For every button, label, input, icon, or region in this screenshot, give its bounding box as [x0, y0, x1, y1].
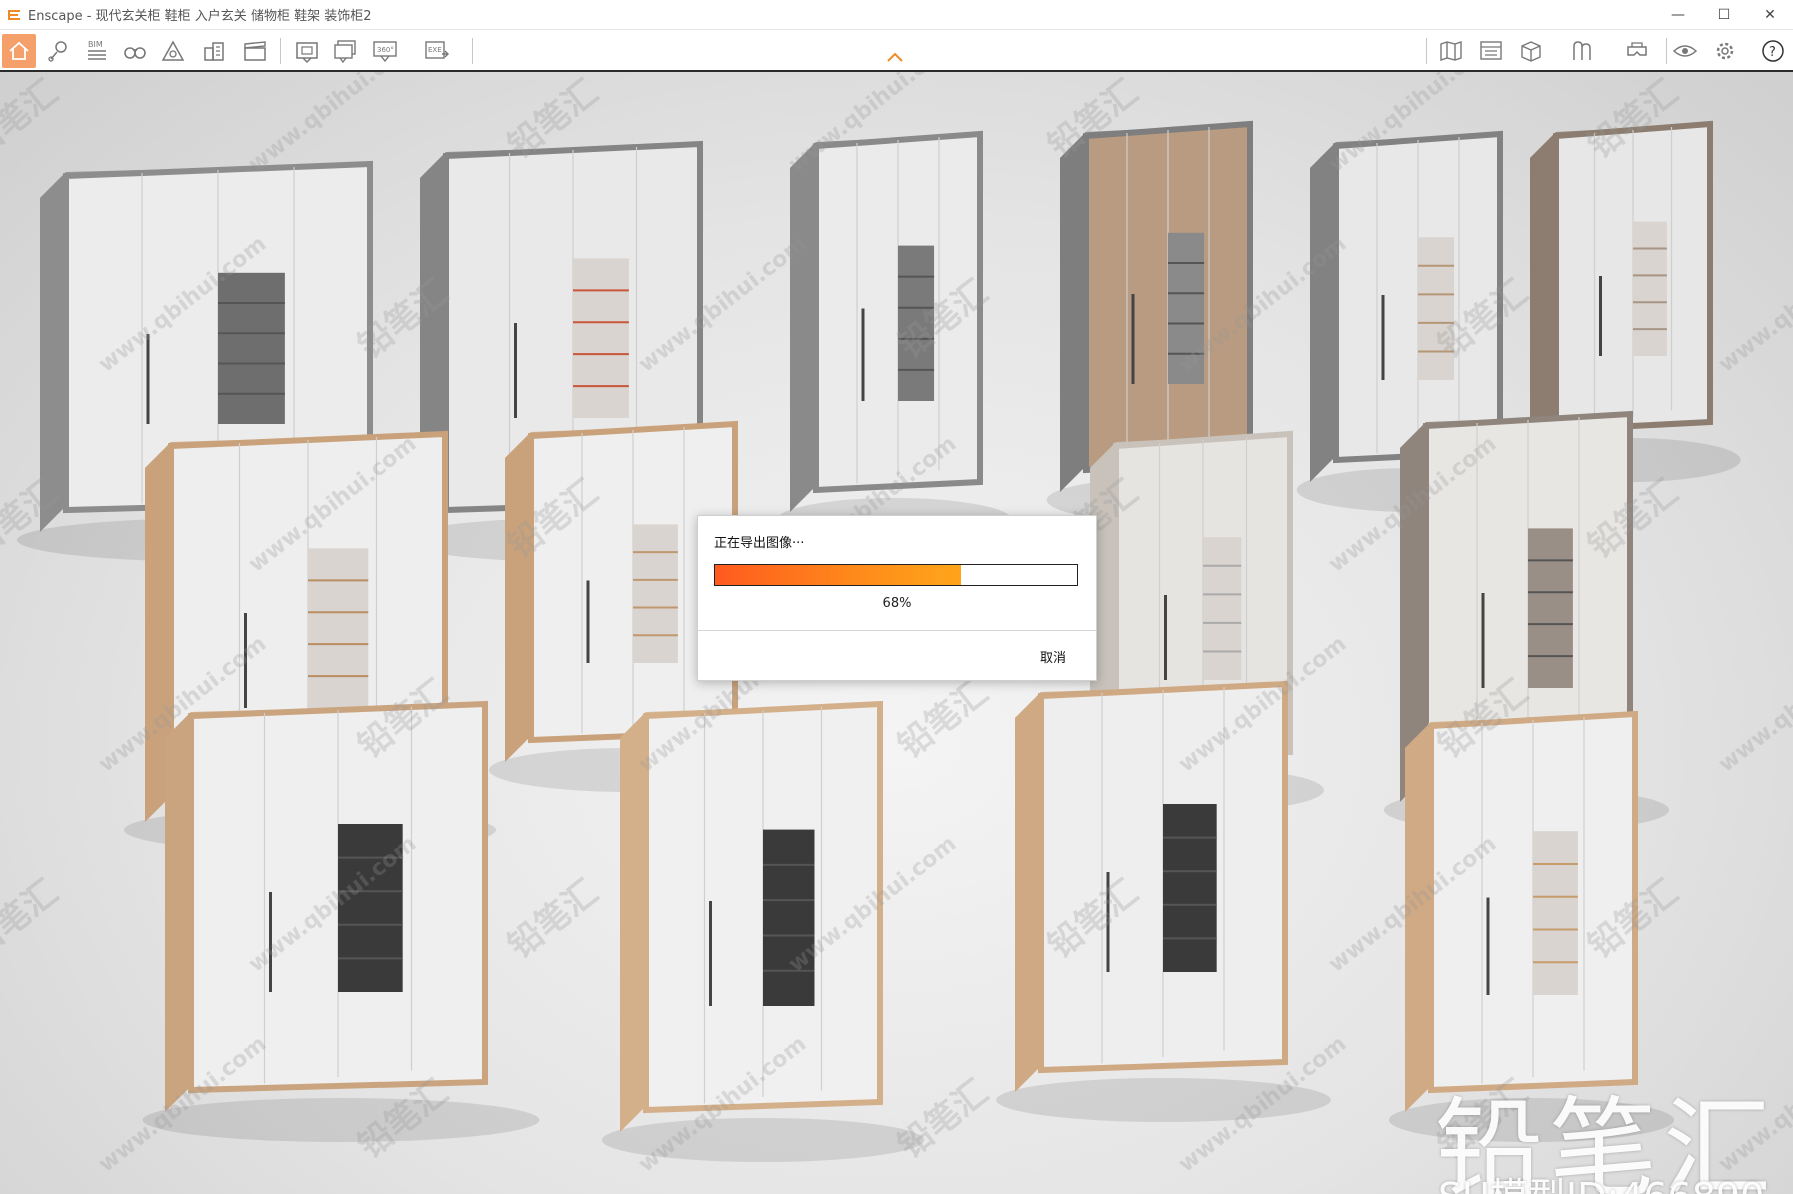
settings-button[interactable]	[1708, 34, 1742, 68]
material-editor-button[interactable]	[1566, 34, 1600, 68]
model-id-watermark: SU模型ID:466890	[1438, 1166, 1764, 1194]
cabinet-model	[142, 700, 540, 1142]
orthographic-view-button[interactable]	[118, 34, 152, 68]
home-button[interactable]	[2, 34, 36, 68]
cabinet-model	[776, 130, 1013, 542]
toolbar-separator	[1666, 38, 1667, 64]
asset-library-button[interactable]	[198, 34, 232, 68]
window-controls: — ☐ ✕	[1655, 0, 1793, 30]
progress-percentage: 68%	[882, 596, 912, 611]
visual-settings-button[interactable]	[1668, 34, 1702, 68]
location-pin-icon	[48, 41, 67, 62]
visibility-icon	[1672, 45, 1698, 57]
toolbar-separator	[280, 38, 281, 64]
dialog-divider	[698, 630, 1096, 631]
svg-text:?: ?	[1769, 45, 1776, 60]
settings-icon	[1716, 42, 1734, 60]
panorama-icon: 360°	[373, 41, 397, 63]
vr-headset-icon	[1627, 42, 1647, 56]
toolbar-separator	[1426, 38, 1427, 64]
enscape-logo-icon	[8, 9, 20, 20]
maximize-button[interactable]: ☐	[1701, 0, 1747, 30]
panorama-button[interactable]: 360°	[368, 34, 402, 68]
collapse-toolbar-chevron-icon[interactable]	[884, 50, 906, 64]
home-icon	[9, 41, 29, 60]
box-icon	[1521, 41, 1541, 62]
export-progress-dialog: 正在导出图像··· 68% 取消	[697, 515, 1097, 681]
batch-render-icon	[334, 40, 356, 64]
panorama-label: 360°	[377, 46, 394, 54]
view-management-button[interactable]	[1474, 34, 1508, 68]
close-button[interactable]: ✕	[1747, 0, 1793, 30]
video-editor-button[interactable]	[238, 34, 272, 68]
exe-label: EXE	[428, 46, 442, 54]
vr-headset-button[interactable]	[1620, 34, 1654, 68]
map-icon	[1440, 41, 1462, 61]
clapperboard-icon	[244, 41, 266, 61]
dialog-title: 正在导出图像···	[714, 536, 805, 551]
bim-icon: BIM	[88, 40, 106, 60]
cabinet-model	[601, 700, 925, 1162]
view-management-icon	[1480, 41, 1502, 60]
cancel-button[interactable]: 取消	[1040, 647, 1066, 666]
help-icon: ?	[1762, 40, 1784, 62]
help-button[interactable]: ?	[1756, 34, 1790, 68]
exe-export-icon: EXE	[425, 41, 449, 59]
buildings-icon	[204, 42, 224, 61]
binoculars-icon	[124, 47, 146, 59]
atmosphere-button[interactable]	[156, 34, 190, 68]
minimize-button[interactable]: —	[1655, 0, 1701, 30]
bim-label: BIM	[88, 40, 103, 49]
cabinet-model	[996, 680, 1331, 1122]
export-exe-button[interactable]: EXE	[420, 34, 454, 68]
title-bar: Enscape - 现代玄关柜 鞋柜 入户玄关 储物柜 鞋架 装饰柜2 — ☐ …	[0, 0, 1793, 30]
progress-bar	[714, 564, 1078, 586]
view-position-button[interactable]	[42, 34, 76, 68]
objects-button[interactable]	[1514, 34, 1548, 68]
sun-mountain-icon	[161, 40, 185, 61]
batch-render-button[interactable]	[328, 34, 362, 68]
materials-icon	[1573, 41, 1591, 60]
window-title: Enscape - 现代玄关柜 鞋柜 入户玄关 储物柜 鞋架 装饰柜2	[28, 9, 372, 24]
render-image-button[interactable]	[290, 34, 324, 68]
bim-button[interactable]: BIM	[80, 34, 114, 68]
progress-fill	[715, 565, 962, 585]
screenshot-icon	[296, 42, 318, 64]
toolbar-separator	[472, 38, 473, 64]
map-button[interactable]	[1434, 34, 1468, 68]
